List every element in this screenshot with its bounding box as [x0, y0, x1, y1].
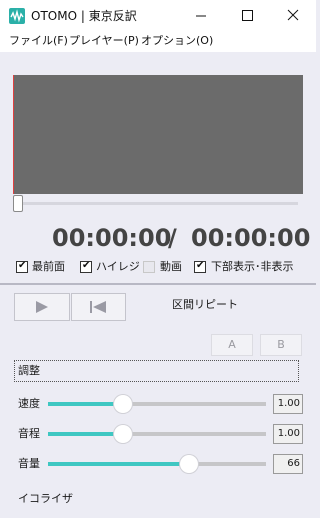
volume-slider-thumb[interactable] [180, 455, 198, 473]
video-display [13, 75, 303, 194]
adjust-group-header[interactable] [14, 360, 299, 382]
video-position-marker [13, 75, 14, 194]
menu-options[interactable]: オプション(O) [141, 34, 213, 48]
skip-to-start-icon [90, 301, 106, 313]
speed-value: 1.00 [273, 394, 303, 414]
menu-file[interactable]: ファイル(F) [9, 34, 68, 48]
time-separator: / [168, 224, 177, 252]
close-button[interactable] [270, 0, 316, 32]
play-icon [36, 301, 48, 313]
volume-label: 音量 [18, 457, 40, 470]
skip-to-start-button[interactable] [71, 293, 126, 321]
video-label: 動画 [160, 260, 182, 273]
pitch-slider-fill [48, 432, 123, 436]
total-time: 00:00:00 [191, 224, 311, 252]
speed-slider-thumb[interactable] [114, 395, 132, 413]
pitch-value: 1.00 [273, 424, 303, 444]
volume-value: 66 [273, 454, 303, 474]
section-repeat-label: 区間リピート [172, 298, 238, 311]
speed-label: 速度 [18, 397, 40, 410]
app-logo-icon [9, 8, 25, 24]
hi-res-label: ハイレジ [96, 260, 140, 273]
pitch-label: 音程 [18, 427, 40, 440]
checkmark-icon: ✔ [82, 260, 91, 271]
adjust-group-label: 調整 [18, 364, 40, 377]
window-title: OTOMO | 東京反訳 [31, 9, 137, 23]
video-checkbox[interactable] [143, 261, 155, 273]
checkmark-icon: ✔ [196, 260, 205, 271]
checkmark-icon: ✔ [18, 260, 27, 271]
hi-res-checkbox[interactable]: ✔ [80, 260, 92, 273]
menu-player[interactable]: プレイヤー(P) [69, 34, 139, 48]
equalizer-label: イコライザ [18, 492, 73, 505]
repeat-b-button[interactable]: B [260, 334, 302, 356]
repeat-a-button[interactable]: A [211, 334, 253, 356]
always-on-top-checkbox[interactable]: ✔ [16, 260, 28, 273]
close-icon [287, 9, 299, 21]
maximize-button[interactable] [224, 0, 270, 32]
divider [0, 283, 316, 285]
seek-bar[interactable] [19, 202, 298, 205]
maximize-icon [242, 10, 253, 21]
volume-slider-fill [48, 462, 189, 466]
seek-thumb[interactable] [13, 195, 23, 212]
always-on-top-label: 最前面 [32, 260, 65, 273]
bottom-panel-toggle-label: 下部表示･非表示 [211, 260, 294, 273]
bottom-panel-toggle-checkbox[interactable]: ✔ [194, 260, 206, 273]
speed-slider-fill [48, 402, 123, 406]
pitch-slider-thumb[interactable] [114, 425, 132, 443]
minimize-button[interactable] [178, 0, 224, 32]
play-button[interactable] [14, 293, 70, 321]
current-time: 00:00:00 [52, 224, 172, 252]
minimize-icon [196, 15, 206, 17]
